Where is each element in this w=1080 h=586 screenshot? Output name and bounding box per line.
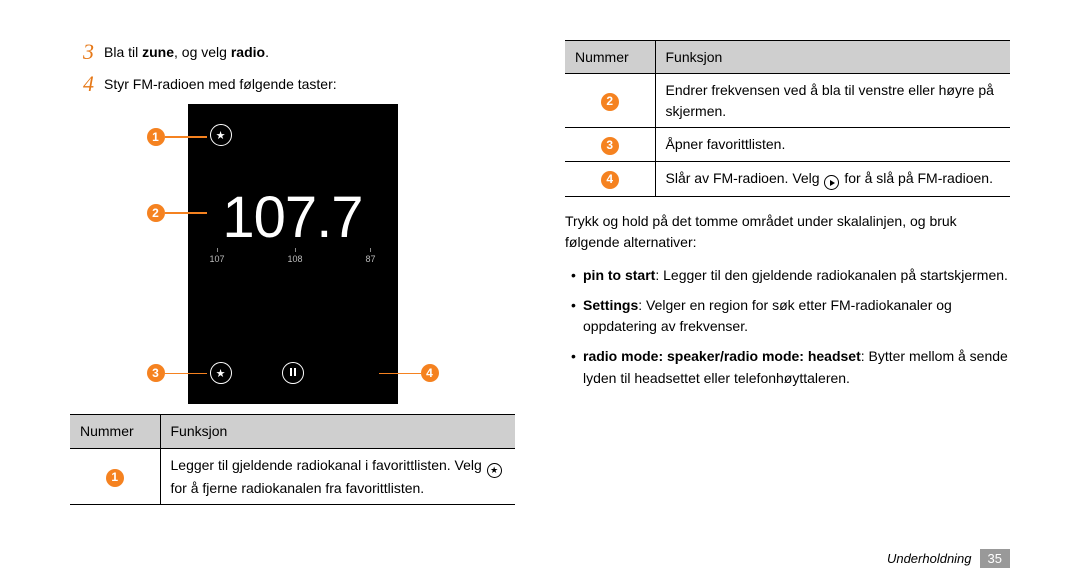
option-name: Settings	[583, 297, 638, 313]
number-cell: 1	[70, 448, 160, 504]
callout-line	[165, 373, 207, 375]
function-cell: Slår av FM-radioen. Velg for å slå på FM…	[655, 161, 1010, 197]
col-header-function: Funksjon	[160, 415, 515, 448]
function-cell: Endrer frekvensen ved å bla til venstre …	[655, 74, 1010, 128]
step-number: 3	[70, 40, 94, 64]
list-item: Settings: Velger en region for søk etter…	[571, 295, 1010, 338]
section-name: Underholdning	[887, 551, 972, 566]
options-list: pin to start: Legger til den gjeldende r…	[565, 265, 1010, 389]
star-glyph: ★	[490, 464, 498, 477]
function-table-left: Nummer Funksjon 1 Legger til gjeldende r…	[70, 414, 515, 505]
number-badge: 1	[106, 469, 124, 487]
left-column: 3 Bla til zune, og velg radio. 4 Styr FM…	[70, 40, 515, 505]
text: .	[265, 44, 269, 60]
play-triangle-icon	[830, 180, 835, 186]
step-text: Styr FM-radioen med følgende taster:	[104, 72, 337, 95]
number-cell: 2	[565, 74, 655, 128]
callout-line	[379, 373, 421, 375]
instruction-paragraph: Trykk og hold på det tomme området under…	[565, 211, 1010, 253]
col-header-number: Nummer	[565, 41, 655, 74]
phone-illustration-wrap: ★ 107.7 107 108 87 ★ 1 2 3 4	[143, 104, 443, 404]
bold-text: radio	[231, 44, 265, 60]
right-column: Nummer Funksjon 2 Endrer frekvensen ved …	[565, 40, 1010, 505]
option-desc: : Legger til den gjeldende radiokanalen …	[655, 267, 1008, 283]
star-glyph: ★	[216, 367, 226, 380]
star-circle-icon: ★	[487, 463, 502, 478]
number-badge: 3	[601, 137, 619, 155]
step-4: 4 Styr FM-radioen med følgende taster:	[70, 72, 515, 96]
col-header-number: Nummer	[70, 415, 160, 448]
callout-line	[165, 212, 207, 214]
add-favorite-icon: ★	[210, 124, 232, 146]
two-column-layout: 3 Bla til zune, og velg radio. 4 Styr FM…	[70, 40, 1010, 505]
option-name: radio mode: speaker/radio mode: headset	[583, 348, 861, 364]
step-3: 3 Bla til zune, og velg radio.	[70, 40, 515, 64]
frequency-display: 107.7	[188, 184, 398, 251]
callout-line	[165, 136, 207, 138]
list-item: pin to start: Legger til den gjeldende r…	[571, 265, 1010, 287]
callout-2: 2	[147, 204, 165, 222]
text: Slår av FM-radioen. Velg	[666, 170, 824, 186]
step-text: Bla til zune, og velg radio.	[104, 40, 269, 63]
table-row: 2 Endrer frekvensen ved å bla til venstr…	[565, 74, 1010, 128]
scale-tick: 108	[287, 254, 302, 284]
text: Bla til	[104, 44, 142, 60]
callout-4: 4	[421, 364, 439, 382]
number-badge: 2	[601, 93, 619, 111]
number-cell: 4	[565, 161, 655, 197]
page-footer: Underholdning 35	[887, 549, 1010, 568]
option-name: pin to start	[583, 267, 655, 283]
pause-bars-icon	[289, 367, 297, 379]
favorites-list-icon: ★	[210, 362, 232, 384]
table-row: 1 Legger til gjeldende radiokanal i favo…	[70, 448, 515, 504]
text: , og velg	[174, 44, 231, 60]
callout-3: 3	[147, 364, 165, 382]
option-desc: : Velger en region for søk etter FM-radi…	[583, 297, 952, 335]
scale-tick: 87	[365, 254, 375, 284]
pause-icon	[282, 362, 304, 384]
frequency-scale: 107 108 87	[188, 254, 398, 284]
text: Legger til gjeldende radiokanal i favori…	[171, 457, 486, 473]
table-header-row: Nummer Funksjon	[70, 415, 515, 448]
bold-text: zune	[142, 44, 174, 60]
col-header-function: Funksjon	[655, 41, 1010, 74]
phone-screenshot: ★ 107.7 107 108 87 ★	[188, 104, 398, 404]
star-glyph: ★	[216, 129, 226, 142]
table-header-row: Nummer Funksjon	[565, 41, 1010, 74]
page-number: 35	[980, 549, 1010, 568]
manual-page: 3 Bla til zune, og velg radio. 4 Styr FM…	[0, 0, 1080, 586]
step-number: 4	[70, 72, 94, 96]
text: for å fjerne radiokanalen fra favorittli…	[171, 480, 425, 496]
function-cell: Legger til gjeldende radiokanal i favori…	[160, 448, 515, 504]
play-circle-icon	[824, 175, 839, 190]
list-item: radio mode: speaker/radio mode: headset:…	[571, 346, 1010, 389]
text: for å slå på FM-radioen.	[840, 170, 993, 186]
scale-tick: 107	[210, 254, 225, 284]
function-table-right: Nummer Funksjon 2 Endrer frekvensen ved …	[565, 40, 1010, 197]
number-cell: 3	[565, 127, 655, 161]
table-row: 3 Åpner favorittlisten.	[565, 127, 1010, 161]
table-row: 4 Slår av FM-radioen. Velg for å slå på …	[565, 161, 1010, 197]
callout-1: 1	[147, 128, 165, 146]
number-badge: 4	[601, 171, 619, 189]
function-cell: Åpner favorittlisten.	[655, 127, 1010, 161]
